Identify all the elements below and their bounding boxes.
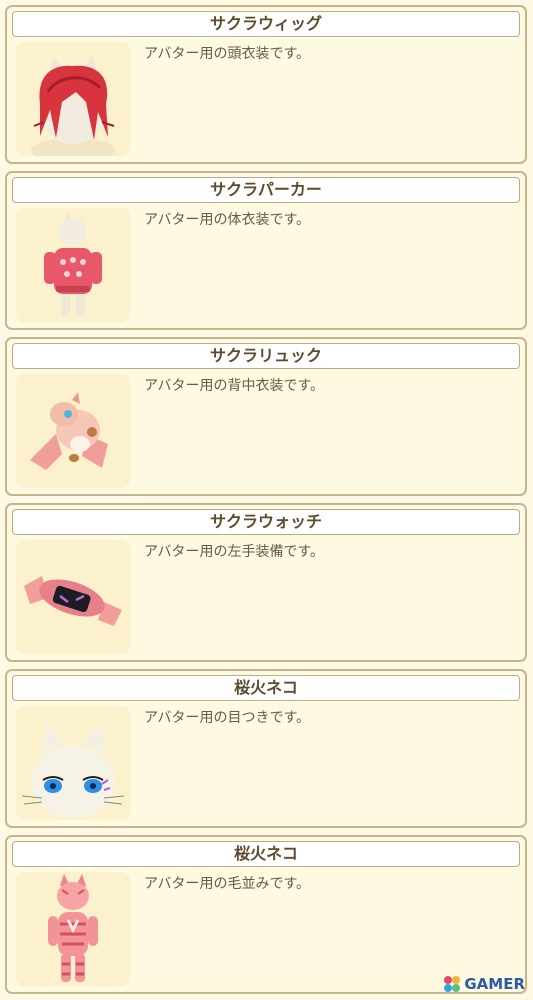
item-card: サクラウィッグ アバター用の頭衣装です。 bbox=[5, 5, 527, 164]
item-description: アバター用の背中衣装です。 bbox=[144, 378, 325, 394]
gamer-logo-icon bbox=[444, 976, 461, 992]
watermark-label: GAMER bbox=[464, 975, 525, 993]
pink-wig-icon bbox=[16, 42, 130, 156]
item-title: サクラパーカー bbox=[12, 177, 520, 203]
item-description: アバター用の頭衣装です。 bbox=[144, 46, 311, 62]
item-description: アバター用の体衣装です。 bbox=[144, 212, 311, 228]
item-title: サクラリュック bbox=[12, 343, 520, 369]
striped-cat-fur-icon bbox=[16, 872, 130, 986]
gamer-watermark: GAMER bbox=[443, 975, 525, 993]
dragon-backpack-icon bbox=[16, 374, 130, 488]
item-title: サクラウォッチ bbox=[12, 509, 520, 535]
item-card: サクラリュック アバター用の背中衣装です。 bbox=[5, 337, 527, 496]
item-card: 桜火ネコ アバター用の目つきです。 bbox=[5, 669, 527, 828]
item-title: サクラウィッグ bbox=[12, 11, 520, 37]
item-card: サクラパーカー アバター用の体衣装です。 bbox=[5, 171, 527, 330]
item-description: アバター用の目つきです。 bbox=[144, 710, 311, 726]
item-title: 桜火ネコ bbox=[12, 841, 520, 867]
item-card: 桜火ネコ アバター用の毛並みです。 bbox=[5, 835, 527, 994]
wristwatch-icon bbox=[16, 540, 130, 654]
item-title: 桜火ネコ bbox=[12, 675, 520, 701]
cat-eyes-icon bbox=[16, 706, 130, 820]
item-description: アバター用の毛並みです。 bbox=[144, 876, 311, 892]
pink-hoodie-icon bbox=[16, 208, 130, 322]
item-card: サクラウォッチ アバター用の左手装備です。 bbox=[5, 503, 527, 662]
item-description: アバター用の左手装備です。 bbox=[144, 544, 325, 560]
